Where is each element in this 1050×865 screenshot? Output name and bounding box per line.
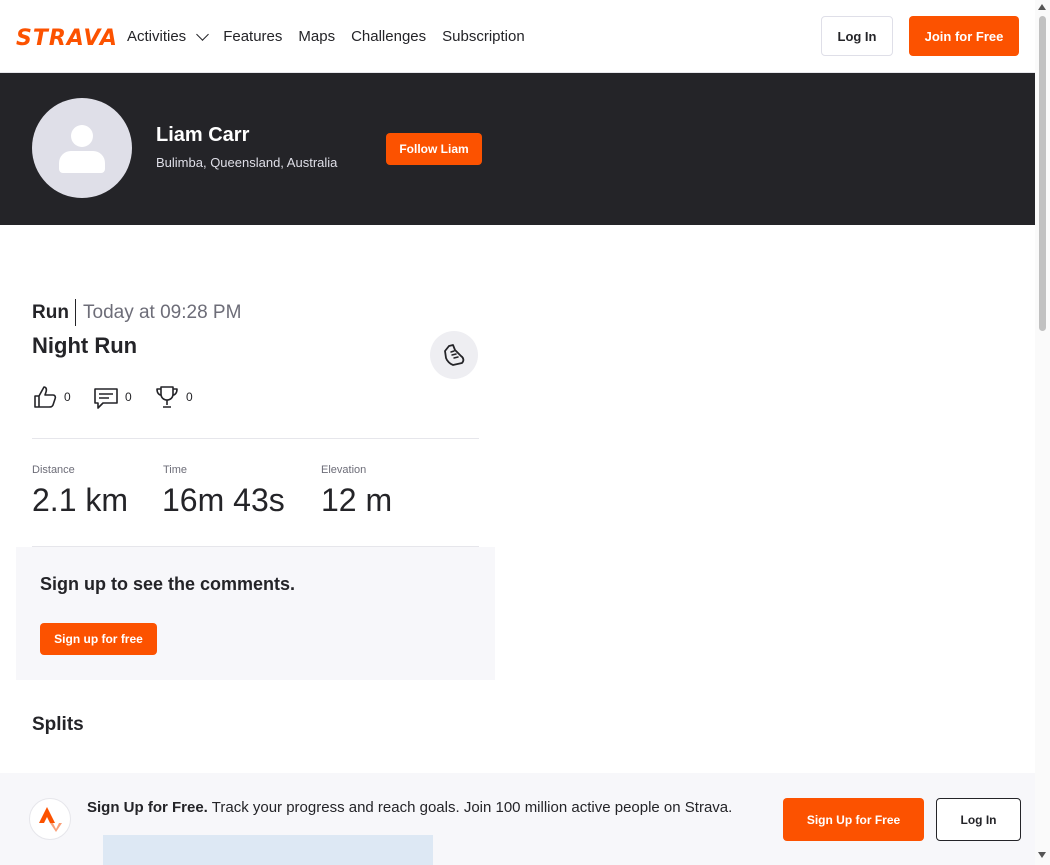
nav-item-maps[interactable]: Maps (298, 28, 335, 45)
activity-title: Night Run (32, 333, 138, 358)
thumbs-up-icon (34, 386, 57, 408)
stat-label-elevation: Elevation (321, 464, 367, 476)
signup-button[interactable]: Sign up for free (40, 623, 157, 655)
avatar-head-icon (71, 125, 93, 147)
divider (32, 438, 479, 439)
banner-login-button[interactable]: Log In (936, 798, 1021, 841)
stat-label-distance: Distance (32, 464, 75, 476)
follow-button[interactable]: Follow Liam (386, 133, 482, 165)
stat-label-time: Time (163, 464, 188, 476)
map-preview (103, 835, 433, 865)
activity-type: Run (32, 302, 69, 323)
splits-title: Splits (32, 714, 84, 735)
scroll-up-arrow-icon[interactable] (1038, 4, 1046, 10)
avatar[interactable] (32, 98, 132, 198)
stat-value-distance: 2.1 km (32, 482, 129, 518)
achievements-button[interactable]: 0 (154, 384, 193, 410)
login-button[interactable]: Log In (821, 16, 893, 56)
trophy-icon (156, 386, 178, 408)
strava-chevron-icon (39, 807, 62, 832)
strava-logo-icon (29, 798, 71, 840)
banner-signup-button[interactable]: Sign Up for Free (783, 798, 924, 841)
athlete-header: Liam Carr Bulimba, Queensland, Australia… (0, 73, 1035, 225)
nav-menu: Activities Features Maps Challenges Subs… (127, 0, 525, 72)
stat-value-elevation: 12 m (321, 482, 393, 518)
divider (75, 299, 76, 326)
chevron-down-icon (196, 27, 210, 41)
banner-body: Track your progress and reach goals. Joi… (211, 799, 733, 816)
shoe-button[interactable] (430, 331, 478, 379)
achievements-count: 0 (186, 390, 193, 404)
shoe-icon (444, 344, 465, 366)
signup-banner: Sign Up for Free. Track your progress an… (0, 773, 1035, 865)
comments-signup-title: Sign up to see the comments. (40, 574, 296, 594)
athlete-name[interactable]: Liam Carr (156, 124, 249, 147)
comments-button[interactable]: 0 (93, 384, 132, 410)
athlete-location: Bulimba, Queensland, Australia (156, 155, 338, 170)
banner-headline: Sign Up for Free. (87, 799, 208, 816)
scrollbar[interactable] (1035, 0, 1050, 865)
activity-time: Today at 09:28 PM (83, 302, 242, 323)
avatar-body-icon (59, 151, 105, 173)
kudos-count: 0 (64, 390, 71, 404)
kudos-button[interactable]: 0 (32, 384, 71, 410)
comments-signup-panel: Sign up to see the comments. Sign up for… (16, 547, 495, 680)
join-button[interactable]: Join for Free (909, 16, 1019, 56)
comments-count: 0 (125, 390, 132, 404)
nav-item-subscription[interactable]: Subscription (442, 28, 525, 45)
scroll-down-arrow-icon[interactable] (1038, 852, 1046, 858)
comment-icon (94, 388, 118, 409)
top-nav: STRAVA Activities Features Maps Challeng… (0, 0, 1035, 73)
nav-item-challenges[interactable]: Challenges (351, 28, 426, 45)
nav-item-label: Activities (127, 27, 187, 45)
banner-text: Sign Up for Free. Track your progress an… (87, 797, 767, 819)
scrollbar-thumb[interactable] (1039, 16, 1046, 331)
strava-logo[interactable]: STRAVA (16, 26, 118, 51)
stat-value-time: 16m 43s (162, 482, 285, 518)
nav-item-features[interactable]: Features (223, 28, 282, 45)
nav-item-activities[interactable]: Activities (127, 27, 210, 45)
